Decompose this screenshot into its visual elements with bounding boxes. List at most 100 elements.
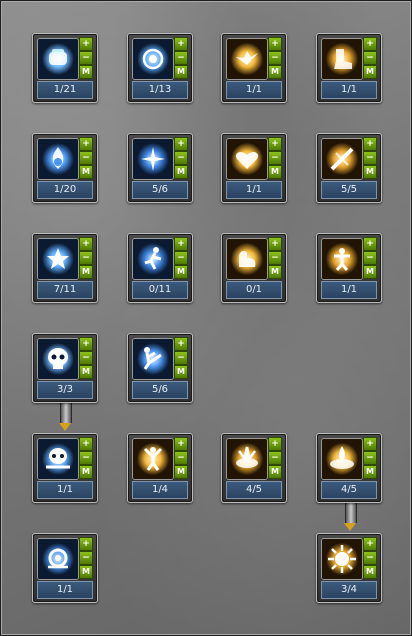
max-skill-button[interactable]: M (79, 365, 93, 379)
max-skill-button[interactable]: M (79, 465, 93, 479)
increase-skill-button[interactable]: + (79, 537, 93, 551)
skill-slot[interactable]: + − M 3/4 (316, 533, 382, 603)
max-skill-button[interactable]: M (174, 265, 188, 279)
increase-skill-button[interactable]: + (268, 437, 282, 451)
skill-slot[interactable]: + − M 5/6 (127, 133, 193, 203)
decrease-skill-button[interactable]: − (268, 51, 282, 65)
max-skill-button[interactable]: M (174, 365, 188, 379)
decrease-skill-button[interactable]: − (79, 551, 93, 565)
golden-nova-icon[interactable] (321, 538, 363, 580)
skill-slot[interactable]: + − M 0/1 (221, 233, 287, 303)
decrease-skill-button[interactable]: − (268, 451, 282, 465)
max-skill-button[interactable]: M (363, 165, 377, 179)
running-figure-icon[interactable] (132, 238, 174, 280)
skill-slot[interactable]: + − M 1/20 (32, 133, 98, 203)
max-skill-button[interactable]: M (79, 265, 93, 279)
skill-slot[interactable]: + − M 1/1 (221, 33, 287, 103)
max-skill-button[interactable]: M (363, 465, 377, 479)
max-skill-button[interactable]: M (268, 465, 282, 479)
sparkle-burst-icon[interactable] (132, 138, 174, 180)
decrease-skill-button[interactable]: − (363, 551, 377, 565)
skill-slot[interactable]: + − M 7/11 (32, 233, 98, 303)
decrease-skill-button[interactable]: − (79, 51, 93, 65)
flexed-arm-icon[interactable] (226, 238, 268, 280)
skill-slot[interactable]: + − M 1/1 (32, 433, 98, 503)
max-skill-button[interactable]: M (363, 65, 377, 79)
skill-slot[interactable]: + − M 1/4 (127, 433, 193, 503)
max-skill-button[interactable]: M (268, 65, 282, 79)
increase-skill-button[interactable]: + (363, 37, 377, 51)
increase-skill-button[interactable]: + (363, 437, 377, 451)
skill-slot[interactable]: + − M 4/5 (316, 433, 382, 503)
max-skill-button[interactable]: M (268, 265, 282, 279)
max-skill-button[interactable]: M (363, 565, 377, 579)
decrease-skill-button[interactable]: − (79, 451, 93, 465)
decrease-skill-button[interactable]: − (363, 51, 377, 65)
kick-icon[interactable] (132, 338, 174, 380)
increase-skill-button[interactable]: + (363, 137, 377, 151)
increase-skill-button[interactable]: + (79, 37, 93, 51)
frost-skull-burst-icon[interactable] (37, 438, 79, 480)
skill-slot[interactable]: + − M 0/11 (127, 233, 193, 303)
skill-slot[interactable]: + − M 5/5 (316, 133, 382, 203)
skill-slot[interactable]: + − M 3/3 (32, 333, 98, 403)
decrease-skill-button[interactable]: − (363, 251, 377, 265)
decrease-skill-button[interactable]: − (363, 151, 377, 165)
max-skill-button[interactable]: M (174, 465, 188, 479)
spinning-disc-icon[interactable] (132, 38, 174, 80)
golden-eruption-icon[interactable] (321, 438, 363, 480)
radiant-figure-icon[interactable] (321, 238, 363, 280)
skill-slot[interactable]: + − M 4/5 (221, 433, 287, 503)
max-skill-button[interactable]: M (79, 165, 93, 179)
air-heart-icon[interactable] (226, 138, 268, 180)
increase-skill-button[interactable]: + (79, 437, 93, 451)
golden-warrior-icon[interactable] (132, 438, 174, 480)
skill-slot[interactable]: + − M 1/13 (127, 33, 193, 103)
increase-skill-button[interactable]: + (363, 237, 377, 251)
max-skill-button[interactable]: M (174, 65, 188, 79)
decrease-skill-button[interactable]: − (79, 351, 93, 365)
max-skill-button[interactable]: M (174, 165, 188, 179)
increase-skill-button[interactable]: + (79, 137, 93, 151)
decrease-skill-button[interactable]: − (268, 251, 282, 265)
skill-slot[interactable]: + − M 1/1 (221, 133, 287, 203)
decrease-skill-button[interactable]: − (174, 151, 188, 165)
decrease-skill-button[interactable]: − (79, 251, 93, 265)
skill-slot[interactable]: + − M 5/6 (127, 333, 193, 403)
decrease-skill-button[interactable]: − (79, 151, 93, 165)
increase-skill-button[interactable]: + (174, 137, 188, 151)
increase-skill-button[interactable]: + (268, 37, 282, 51)
decrease-skill-button[interactable]: − (268, 151, 282, 165)
star-hands-icon[interactable] (37, 238, 79, 280)
max-skill-button[interactable]: M (268, 165, 282, 179)
ice-fist-icon[interactable] (37, 38, 79, 80)
increase-skill-button[interactable]: + (268, 137, 282, 151)
flame-orb-icon[interactable] (37, 138, 79, 180)
skill-slot[interactable]: + − M 1/21 (32, 33, 98, 103)
increase-skill-button[interactable]: + (174, 437, 188, 451)
golden-boot-icon[interactable] (321, 38, 363, 80)
skull-icon[interactable] (37, 338, 79, 380)
decrease-skill-button[interactable]: − (174, 251, 188, 265)
golden-bird-icon[interactable] (226, 38, 268, 80)
golden-slash-icon[interactable] (321, 138, 363, 180)
frost-orb-burst-icon[interactable] (37, 538, 79, 580)
skill-slot[interactable]: + − M 1/1 (316, 233, 382, 303)
increase-skill-button[interactable]: + (268, 237, 282, 251)
increase-skill-button[interactable]: + (79, 237, 93, 251)
max-skill-button[interactable]: M (363, 265, 377, 279)
increase-skill-button[interactable]: + (79, 337, 93, 351)
golden-burst-icon[interactable] (226, 438, 268, 480)
decrease-skill-button[interactable]: − (363, 451, 377, 465)
increase-skill-button[interactable]: + (174, 337, 188, 351)
increase-skill-button[interactable]: + (174, 237, 188, 251)
max-skill-button[interactable]: M (79, 565, 93, 579)
decrease-skill-button[interactable]: − (174, 351, 188, 365)
increase-skill-button[interactable]: + (174, 37, 188, 51)
increase-skill-button[interactable]: + (363, 537, 377, 551)
skill-slot[interactable]: + − M 1/1 (316, 33, 382, 103)
skill-slot[interactable]: + − M 1/1 (32, 533, 98, 603)
decrease-skill-button[interactable]: − (174, 451, 188, 465)
decrease-skill-button[interactable]: − (174, 51, 188, 65)
max-skill-button[interactable]: M (79, 65, 93, 79)
